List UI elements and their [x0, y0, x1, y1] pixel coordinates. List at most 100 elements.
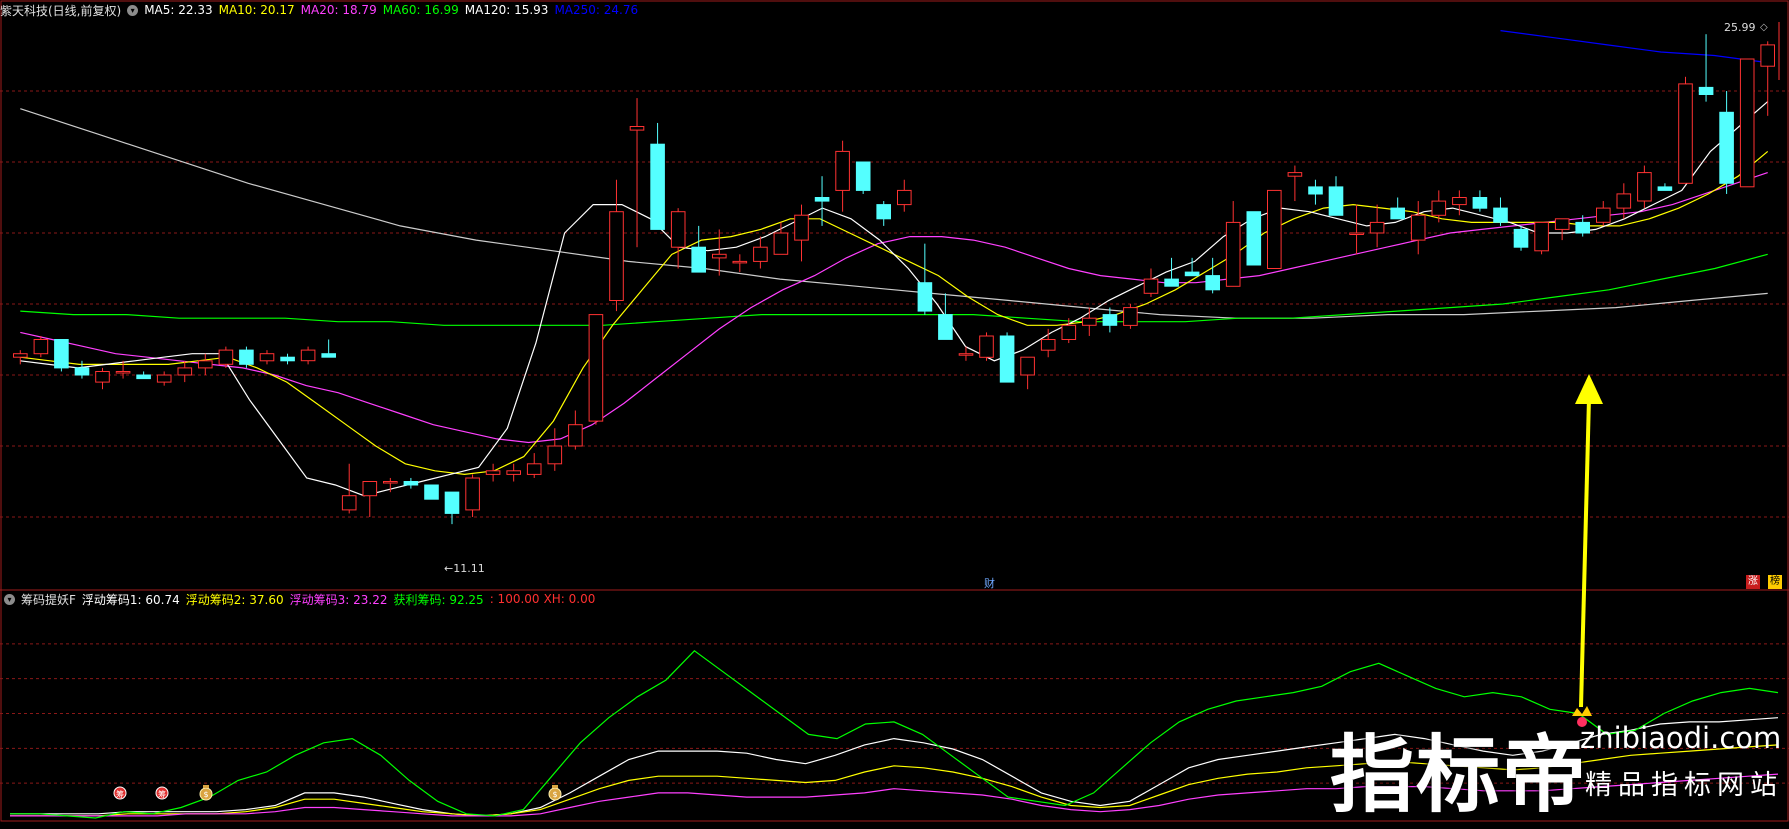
candle-body-up [341, 495, 357, 511]
candle-body-down [650, 143, 665, 230]
candle-body-down [280, 356, 295, 362]
candle [33, 335, 49, 358]
profit-chip-label: 获利筹码: 92.25 [393, 592, 484, 607]
candle [1678, 76, 1693, 184]
candle-body-up [383, 481, 398, 484]
high-price-label: 25.99 [1724, 21, 1756, 34]
candle-body-up [588, 314, 604, 422]
candle-body-up [33, 339, 49, 355]
stock-title[interactable]: 紫天科技(日线,前复权) [0, 2, 121, 19]
candle [1246, 211, 1262, 266]
main-chart-header: 紫天科技(日线,前复权) ▾ MA5: 22.33 MA10: 20.17 MA… [0, 0, 644, 20]
candle-body-down [1184, 271, 1200, 277]
candle-body-up [485, 470, 501, 475]
candle-body-up [1739, 58, 1755, 188]
candle-body-up [670, 211, 686, 248]
candle-body-up [547, 445, 563, 465]
ma250-label: MA250: 24.76 [554, 3, 639, 17]
ma60-label: MA60: 16.99 [382, 3, 459, 17]
candle-body-down [1657, 186, 1673, 191]
candle [1739, 58, 1755, 188]
candle-body-up [362, 481, 378, 497]
candle-body-down [403, 481, 419, 486]
candle-body-up [1225, 221, 1241, 287]
chip-signal-icon: 筹 [155, 786, 169, 800]
badge-hot[interactable]: 榜 [1768, 575, 1782, 589]
candle-body-up [1349, 232, 1364, 235]
candle-body-up [13, 353, 28, 358]
candle-body-up [897, 189, 912, 206]
candle-body-up [629, 126, 645, 131]
xh-label: XH: 0.00 [543, 592, 596, 606]
candle-body-up [835, 150, 850, 191]
candle [588, 314, 604, 425]
candle-body-up [1267, 189, 1282, 269]
candle-body-up [1082, 317, 1097, 326]
candle [999, 332, 1015, 383]
candle-body-up [712, 253, 727, 259]
candle-body-down [1390, 207, 1406, 220]
candle-body-up [568, 424, 583, 447]
candle [1534, 221, 1549, 255]
float-chip-2-label: 浮动筹码2: 37.60 [185, 592, 284, 607]
candle-body-down [1102, 314, 1118, 326]
candle-body-up [1020, 356, 1035, 376]
chart-canvas[interactable]: 筹 筹 $ $ [0, 0, 1789, 822]
candle-body-up [1554, 218, 1570, 230]
candle-body-up [1431, 200, 1447, 216]
candle-body-up [218, 349, 234, 365]
chip-signal-icon: 筹 [113, 786, 127, 800]
signal-label: $ [552, 790, 557, 799]
candle-body-up [177, 367, 193, 376]
candle-body-up [465, 477, 480, 511]
ma5-label: MA5: 22.33 [144, 3, 213, 17]
candle-body-down [321, 353, 336, 358]
candle [1267, 189, 1282, 269]
settings-dropdown-icon[interactable]: ▾ [127, 4, 139, 16]
candle-body-up [609, 211, 624, 301]
candle-body-down [444, 491, 460, 514]
candle-body-down [424, 484, 439, 500]
candle-body-up [1287, 172, 1303, 177]
indicator-settings-icon[interactable]: ▾ [4, 593, 15, 605]
low-price-pointer: ← [444, 562, 454, 575]
low-price-value: 11.11 [453, 562, 485, 575]
watermark-domain: zhibiaodi.com [1580, 721, 1782, 755]
candle-body-down [855, 161, 871, 191]
money-bag-neck [552, 785, 558, 788]
candle-body-up [732, 260, 748, 264]
indicator-title[interactable]: 筹码提妖F [21, 591, 76, 608]
candle-body-up [115, 371, 131, 374]
candle-body-down [1575, 221, 1591, 234]
ma10-label: MA10: 20.17 [218, 3, 295, 17]
low-price-label: ←11.11 [444, 562, 485, 575]
candle-body-down [54, 339, 69, 369]
candle [1123, 304, 1138, 329]
candle-body-down [74, 367, 90, 376]
candle-body-down [1164, 278, 1179, 287]
scroll-right-icon[interactable]: ◇ [1760, 22, 1768, 33]
candle-body-up [259, 353, 275, 362]
candle-body-up [1678, 83, 1693, 184]
candle-body-up [753, 246, 768, 262]
candle-body-down [1246, 211, 1262, 266]
candle-body-up [958, 353, 974, 356]
chart-stage: 筹 筹 $ $ 紫天科技(日线,前复权) ▾ MA5: 22.33 MA10: 20.… [0, 0, 1789, 824]
candle-body-up [979, 335, 994, 358]
candle-body-down [917, 282, 933, 312]
candle-body-up [198, 360, 213, 369]
candle [979, 332, 994, 361]
candle-body-up [506, 470, 521, 475]
money-bag-neck [203, 785, 209, 788]
badge-up[interactable]: 涨 [1746, 575, 1760, 589]
candle-body-up [1616, 193, 1632, 209]
candle [54, 339, 69, 372]
candle-body-up [773, 232, 789, 255]
candle-body-up [1369, 221, 1385, 234]
finance-marker[interactable]: 财 [984, 575, 995, 591]
indicator-header: ▾ 筹码提妖F 浮动筹码1: 60.74 浮动筹码2: 37.60 浮动筹码3:… [0, 589, 601, 609]
watermark-brand: 指标帝 [1330, 726, 1589, 824]
candle-body-up [300, 349, 316, 362]
candle-body-up [1534, 221, 1549, 252]
candle-body-down [1308, 186, 1323, 195]
